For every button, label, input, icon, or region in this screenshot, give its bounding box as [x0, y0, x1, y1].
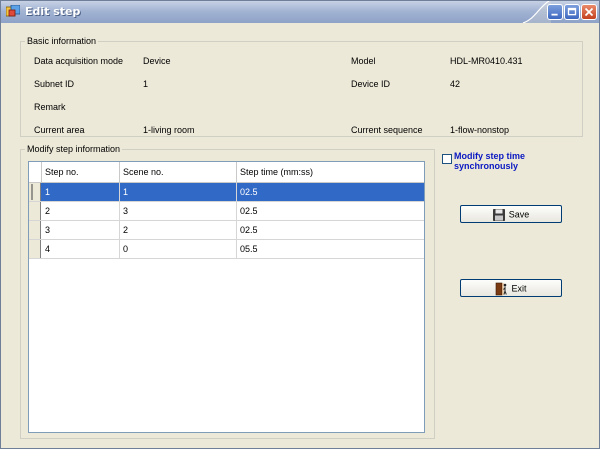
column-header-step[interactable]: Step no.: [42, 162, 120, 182]
cell-time[interactable]: 05.5: [237, 240, 424, 258]
maximize-icon: [567, 7, 577, 16]
table-row[interactable]: 1 1 02.5: [29, 183, 424, 202]
floppy-disk-icon: [492, 208, 505, 221]
save-button-label: Save: [508, 209, 530, 220]
subnet-id-label: Subnet ID: [34, 79, 75, 89]
table-row[interactable]: 4 0 05.5: [29, 240, 424, 259]
column-header-scene[interactable]: Scene no.: [120, 162, 237, 182]
exit-button-label: Exit: [511, 283, 527, 294]
cell-scene[interactable]: 1: [120, 183, 237, 201]
save-button[interactable]: Save: [460, 205, 562, 223]
current-sequence-label: Current sequence: [351, 125, 423, 135]
exit-button[interactable]: Exit: [460, 279, 562, 297]
table-row[interactable]: 3 2 02.5: [29, 221, 424, 240]
edit-step-window: Edit step Basic information Data acquisi…: [0, 0, 600, 449]
current-row-icon: [31, 184, 38, 200]
cell-step[interactable]: 3: [42, 221, 120, 239]
step-table[interactable]: Step no. Scene no. Step time (mm:ss) 1 1…: [28, 161, 425, 433]
close-icon: [584, 7, 594, 17]
modify-step-legend: Modify step information: [25, 144, 123, 154]
remark-label: Remark: [34, 102, 66, 112]
cell-scene[interactable]: 3: [120, 202, 237, 220]
current-area-value: 1-living room: [143, 125, 195, 135]
subnet-id-value: 1: [143, 79, 149, 89]
cell-step[interactable]: 2: [42, 202, 120, 220]
close-button[interactable]: [581, 4, 597, 20]
cell-time[interactable]: 02.5: [237, 202, 424, 220]
cell-time[interactable]: 02.5: [237, 183, 424, 201]
cell-step[interactable]: 4: [42, 240, 120, 258]
cell-step[interactable]: 1: [42, 183, 120, 201]
row-selector[interactable]: [29, 221, 41, 239]
title-bar[interactable]: Edit step: [1, 1, 599, 23]
basic-info-legend: Basic information: [25, 36, 99, 46]
maximize-button[interactable]: [564, 4, 580, 20]
minimize-button[interactable]: [547, 4, 563, 20]
current-sequence-value: 1-flow-nonstop: [450, 125, 510, 135]
exit-door-icon: [496, 282, 508, 295]
cell-scene[interactable]: 0: [120, 240, 237, 258]
table-row[interactable]: 2 3 02.5: [29, 202, 424, 221]
sync-checkbox-label[interactable]: Modify step time synchronously: [454, 151, 554, 171]
row-selector[interactable]: [29, 202, 41, 220]
current-area-label: Current area: [34, 125, 85, 135]
row-header-corner: [29, 162, 42, 182]
cell-time[interactable]: 02.5: [237, 221, 424, 239]
column-header-time[interactable]: Step time (mm:ss): [237, 162, 424, 182]
model-label: Model: [351, 56, 376, 66]
app-icon: [6, 5, 20, 17]
model-value: HDL-MR0410.431: [450, 56, 523, 66]
sync-checkbox[interactable]: [442, 154, 452, 164]
device-id-label: Device ID: [351, 79, 391, 89]
data-acquisition-mode-label: Data acquisition mode: [34, 56, 124, 66]
data-acquisition-mode-value: Device: [143, 56, 171, 66]
cell-scene[interactable]: 2: [120, 221, 237, 239]
table-header: Step no. Scene no. Step time (mm:ss): [29, 162, 424, 183]
minimize-icon: [551, 13, 558, 16]
row-selector[interactable]: [29, 240, 41, 258]
window-title: Edit step: [25, 5, 81, 18]
row-selector[interactable]: [29, 183, 41, 201]
device-id-value: 42: [450, 79, 461, 89]
